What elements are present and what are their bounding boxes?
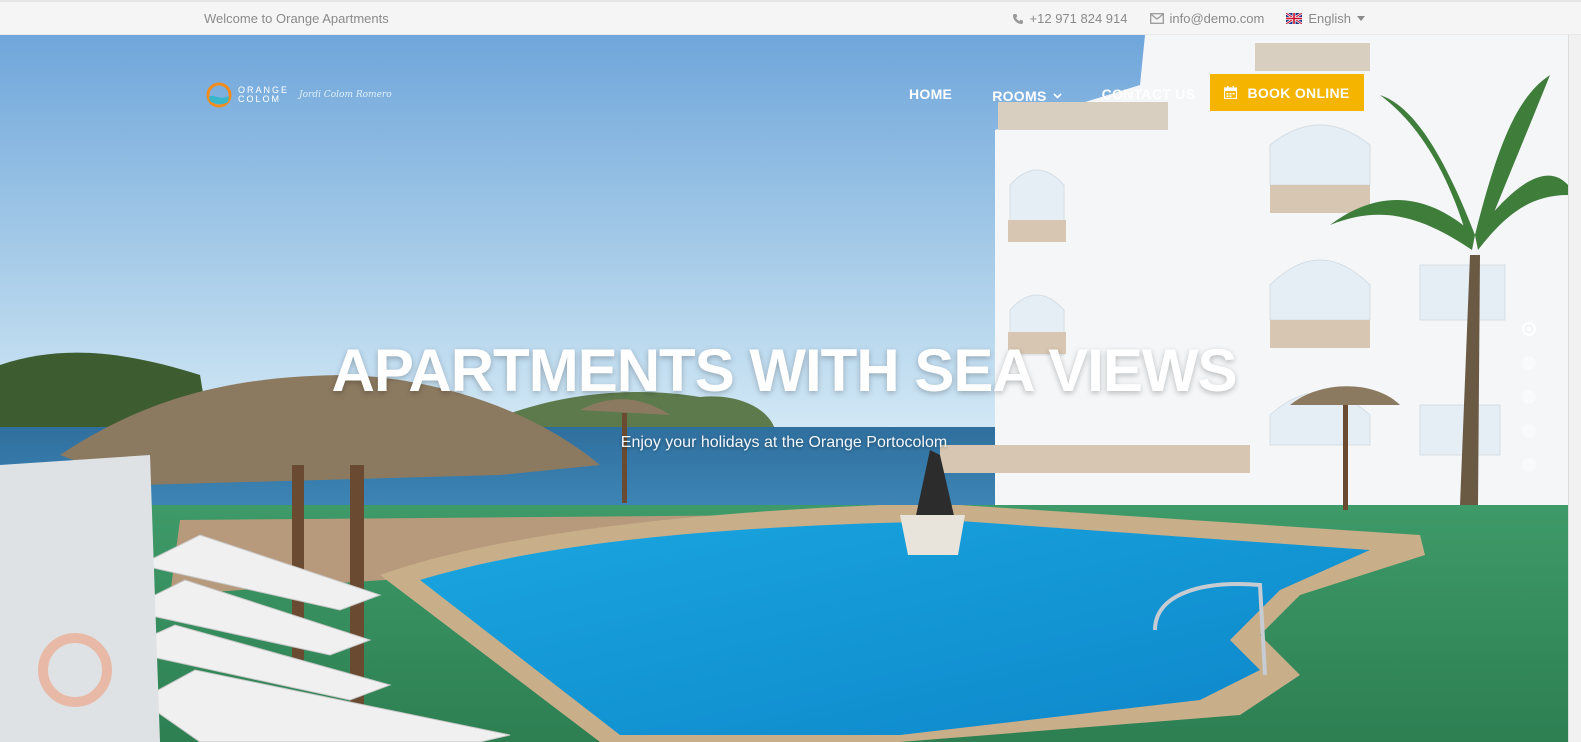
nav-rooms[interactable]: ROOMS — [992, 88, 1062, 104]
caret-down-icon — [1357, 16, 1365, 21]
nav-contact-us[interactable]: CONTACT US — [1102, 86, 1196, 102]
hero-slider: ORANGE COLOM Jordi Colom Romero HOME ROO… — [0, 35, 1568, 742]
slider-dot-5[interactable] — [1522, 458, 1536, 472]
page-scrollbar[interactable] — [1568, 35, 1581, 742]
hero-subtitle: Enjoy your holidays at the Orange Portoc… — [620, 434, 948, 451]
phone-icon — [1012, 13, 1023, 24]
book-online-label: BOOK ONLINE — [1247, 84, 1350, 101]
nav-rooms-label: ROOMS — [992, 88, 1047, 104]
uk-flag-icon — [1286, 13, 1303, 24]
top-bar: Welcome to Orange Apartments +12 971 824… — [0, 0, 1581, 35]
phone-link[interactable]: +12 971 824 914 — [1012, 11, 1128, 26]
envelope-icon — [1149, 13, 1164, 24]
email-link[interactable]: info@demo.com — [1149, 11, 1265, 26]
site-logo[interactable]: ORANGE COLOM Jordi Colom Romero — [206, 82, 392, 108]
email-address: info@demo.com — [1169, 11, 1265, 26]
language-selector[interactable]: English — [1286, 11, 1365, 26]
slider-dot-1[interactable] — [1522, 322, 1536, 336]
slider-dot-4[interactable] — [1522, 424, 1536, 438]
contact-info: +12 971 824 914 info@demo.com English — [1012, 11, 1365, 26]
logo-signature: Jordi Colom Romero — [299, 90, 392, 100]
main-navigation: HOME ROOMS CONTACT US — [909, 84, 1195, 104]
chevron-down-icon — [1053, 93, 1062, 99]
calendar-icon — [1224, 86, 1238, 99]
nav-home-label: HOME — [909, 86, 953, 102]
logo-line-2: COLOM — [238, 94, 282, 104]
slider-dot-3[interactable] — [1522, 390, 1536, 404]
slider-pagination — [1522, 322, 1536, 472]
logo-sun-wave-icon — [206, 82, 232, 108]
slider-dot-2[interactable] — [1522, 356, 1536, 370]
nav-home[interactable]: HOME — [909, 86, 952, 102]
welcome-text: Welcome to Orange Apartments — [204, 11, 389, 26]
nav-contact-label: CONTACT US — [1101, 86, 1196, 102]
hero-title: APARTMENTS WITH SEA VIEWS — [331, 337, 1238, 404]
language-label: English — [1308, 11, 1351, 26]
book-online-button[interactable]: BOOK ONLINE — [1210, 74, 1364, 111]
phone-number: +12 971 824 914 — [1029, 11, 1128, 26]
